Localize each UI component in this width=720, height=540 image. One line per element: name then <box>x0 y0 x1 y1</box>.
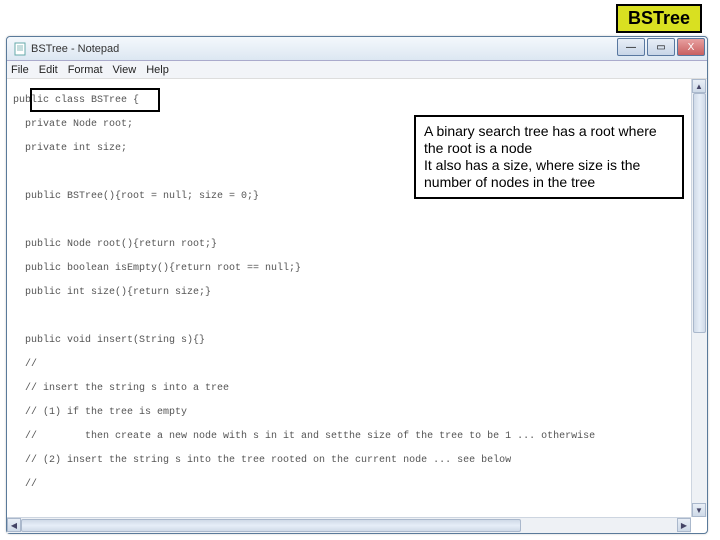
code-line: private int size; <box>13 143 127 154</box>
code-line: public BSTree(){root = null; size = 0;} <box>13 191 259 202</box>
annotation-callout: A binary search tree has a root where th… <box>414 115 684 199</box>
scroll-left-icon[interactable]: ◀ <box>7 518 21 532</box>
code-line: private Node root; <box>13 119 133 130</box>
scroll-down-icon[interactable]: ▼ <box>692 503 706 517</box>
code-line: // insert the string s into a tree <box>13 383 229 394</box>
code-line: // then create a new node with s in it a… <box>13 431 595 442</box>
notepad-icon <box>13 42 27 56</box>
menu-bar: File Edit Format View Help <box>7 61 707 79</box>
code-line: public class BSTree { <box>13 95 139 106</box>
maximize-button[interactable]: ▭ <box>647 38 675 56</box>
code-line: // (1) if the tree is empty <box>13 407 187 418</box>
minimize-button[interactable]: — <box>617 38 645 56</box>
menu-edit[interactable]: Edit <box>39 64 58 76</box>
code-line: public int size(){return size;} <box>13 287 211 298</box>
menu-file[interactable]: File <box>11 64 29 76</box>
slide-title-badge: BSTree <box>616 4 702 33</box>
notepad-window: BSTree - Notepad — ▭ X File Edit Format … <box>6 36 708 534</box>
code-line: public Node root(){return root;} <box>13 239 217 250</box>
close-button[interactable]: X <box>677 38 705 56</box>
code-line: public void insert(String s){} <box>13 335 205 346</box>
window-titlebar[interactable]: BSTree - Notepad — ▭ X <box>7 37 707 61</box>
horizontal-scroll-thumb[interactable] <box>21 519 521 532</box>
slide: BSTree BSTree - Notepad — ▭ X File Edit … <box>0 0 720 540</box>
code-line: // <box>13 479 37 490</box>
menu-format[interactable]: Format <box>68 64 103 76</box>
callout-line: It also has a size, where size is the nu… <box>424 157 674 191</box>
vertical-scroll-thumb[interactable] <box>693 93 706 333</box>
horizontal-scrollbar[interactable]: ◀ ▶ <box>7 517 691 533</box>
window-title: BSTree - Notepad <box>31 43 119 55</box>
scroll-right-icon[interactable]: ▶ <box>677 518 691 532</box>
scroll-up-icon[interactable]: ▲ <box>692 79 706 93</box>
code-line: // <box>13 359 37 370</box>
callout-line: A binary search tree has a root where th… <box>424 123 674 157</box>
vertical-scrollbar[interactable]: ▲ ▼ <box>691 79 707 517</box>
menu-view[interactable]: View <box>113 64 137 76</box>
code-line: public boolean isEmpty(){return root == … <box>13 263 301 274</box>
menu-help[interactable]: Help <box>146 64 169 76</box>
code-line: // (2) insert the string s into the tree… <box>13 455 511 466</box>
